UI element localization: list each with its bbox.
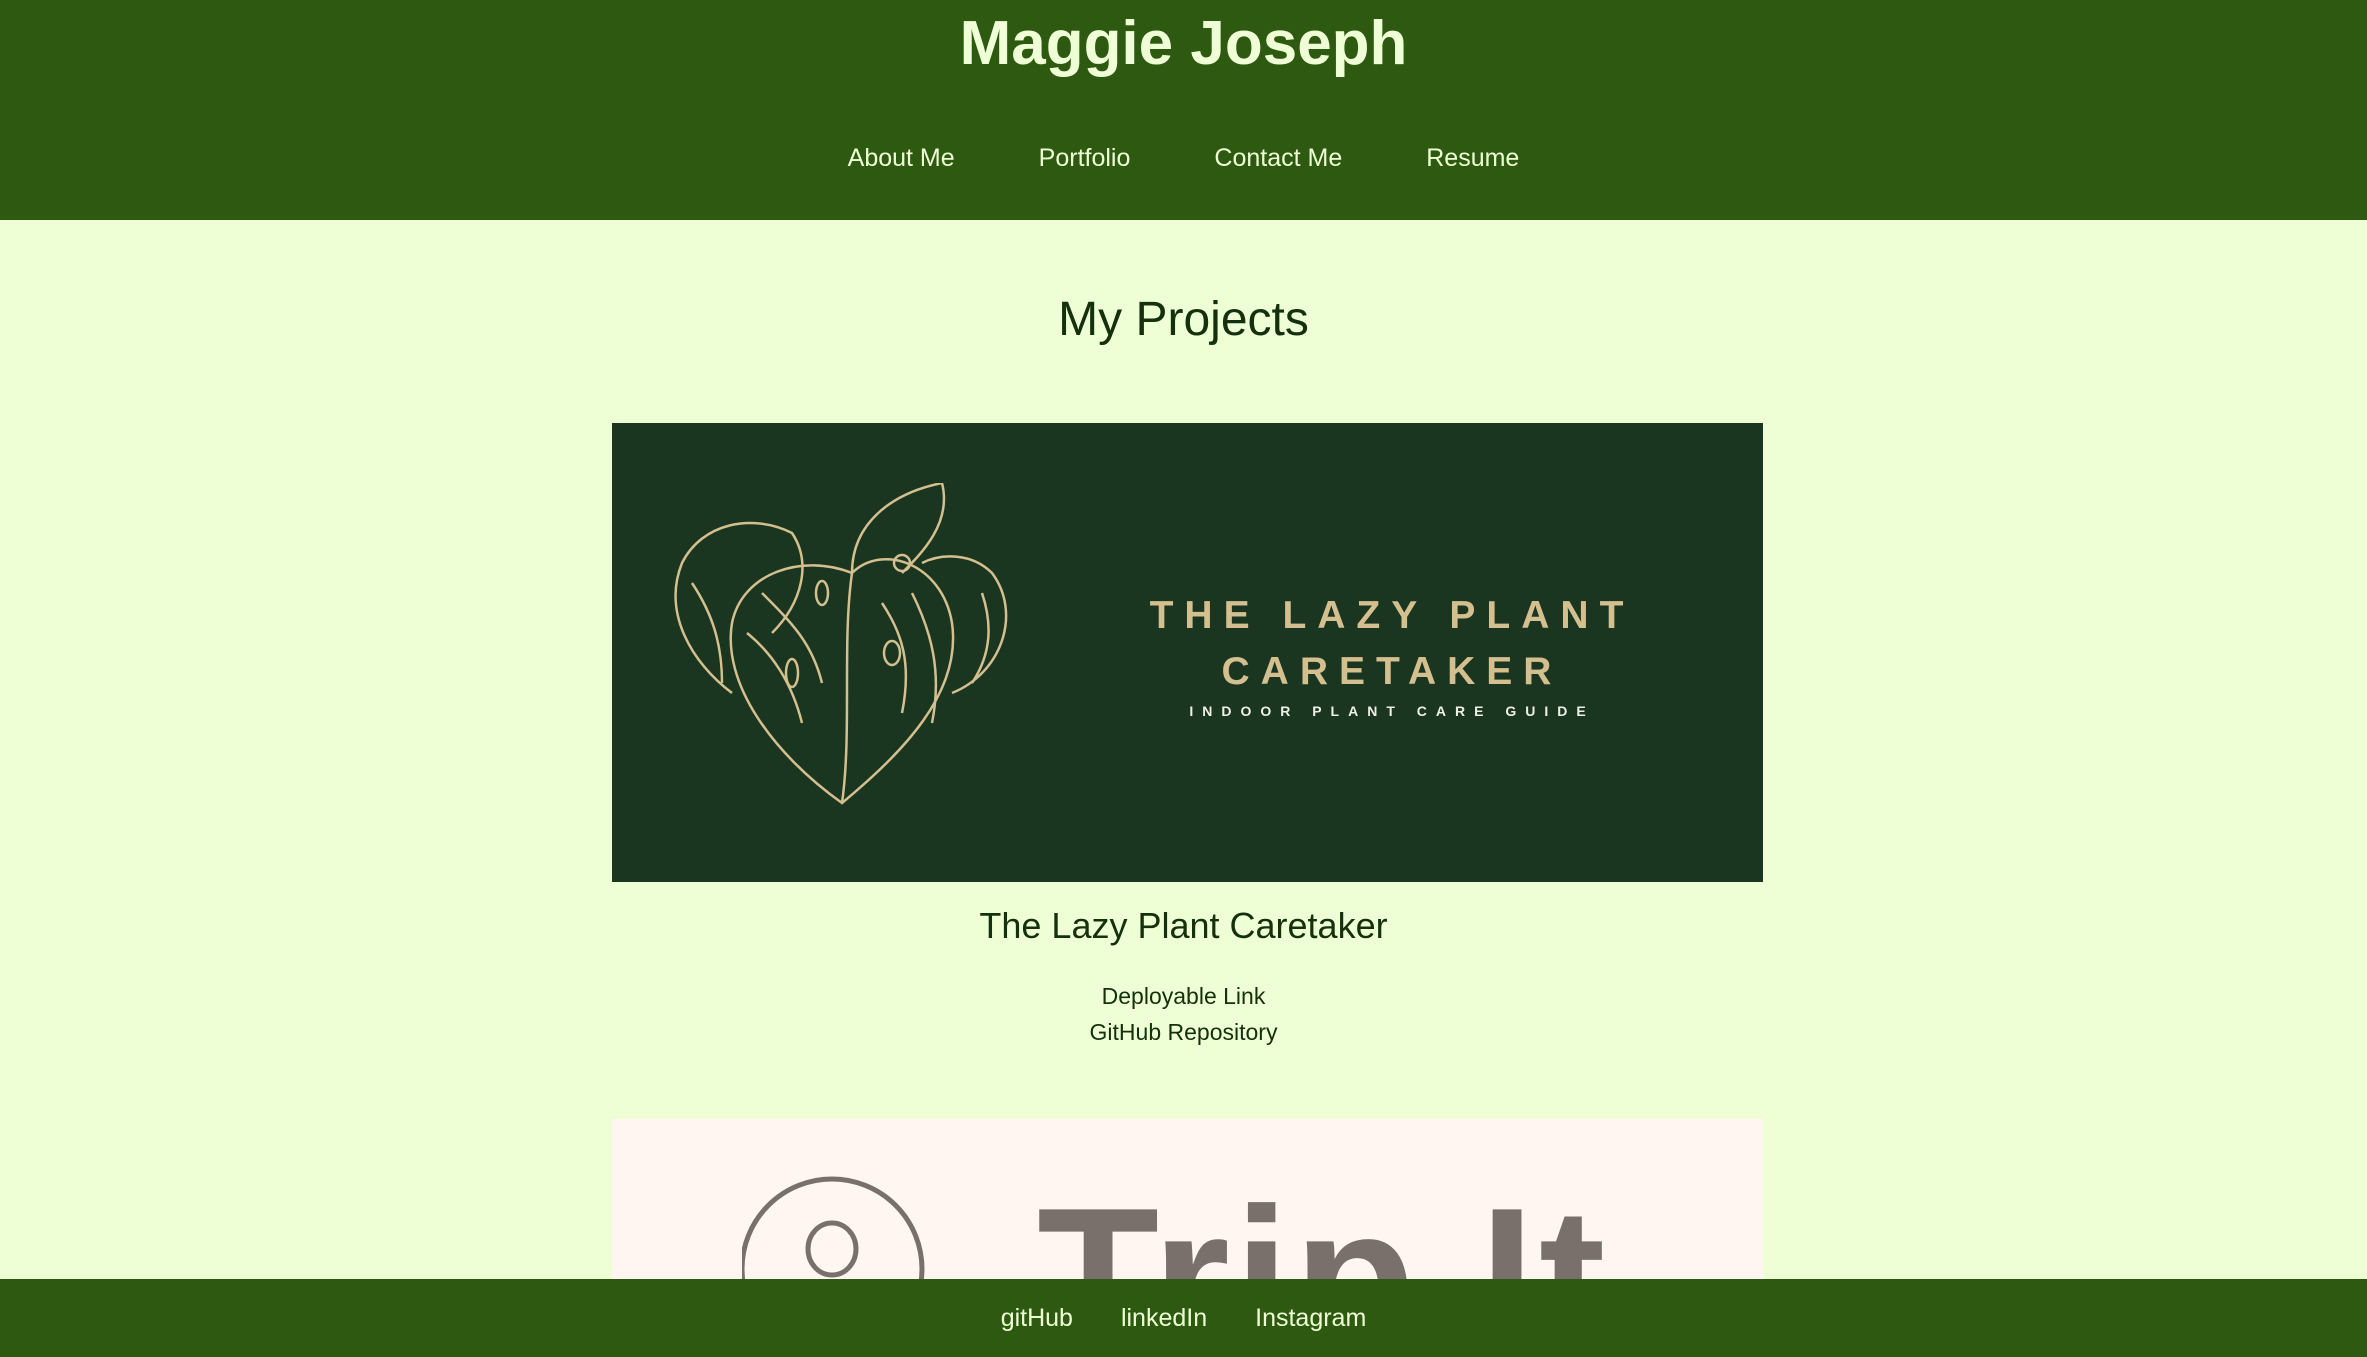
image-title-line-1: THE LAZY PLANT	[1149, 594, 1635, 637]
nav-resume[interactable]: Resume	[1426, 144, 1519, 173]
section-heading: My Projects	[1058, 293, 1309, 346]
site-title: Maggie Joseph	[959, 9, 1408, 78]
nav-about-me[interactable]: About Me	[848, 144, 955, 173]
main-nav: About Me Portfolio Contact Me Resume	[0, 144, 2367, 173]
github-repository-link[interactable]: GitHub Repository	[0, 1014, 2367, 1050]
image-title: THE LAZY PLANT CARETAKER	[1092, 588, 1692, 700]
deployable-link[interactable]: Deployable Link	[0, 978, 2367, 1014]
project-title: The Lazy Plant Caretaker	[979, 905, 1388, 946]
image-title-line-2: CARETAKER	[1221, 650, 1563, 693]
project-image-lazy-plant[interactable]: THE LAZY PLANT CARETAKER INDOOR PLANT CAR…	[612, 423, 1763, 882]
site-header: Maggie Joseph About Me Portfolio Contact…	[0, 0, 2367, 220]
footer-linkedin-link[interactable]: linkedIn	[1121, 1304, 1207, 1333]
site-footer: gitHub linkedIn Instagram	[0, 1279, 2367, 1357]
monstera-leaves-icon	[674, 483, 1008, 805]
footer-github-link[interactable]: gitHub	[1001, 1304, 1073, 1333]
nav-portfolio[interactable]: Portfolio	[1039, 144, 1131, 173]
nav-contact-me[interactable]: Contact Me	[1214, 144, 1342, 173]
image-subtitle: INDOOR PLANT CARE GUIDE	[1189, 703, 1595, 719]
footer-instagram-link[interactable]: Instagram	[1255, 1304, 1366, 1333]
project-links: Deployable Link GitHub Repository	[0, 978, 2367, 1050]
